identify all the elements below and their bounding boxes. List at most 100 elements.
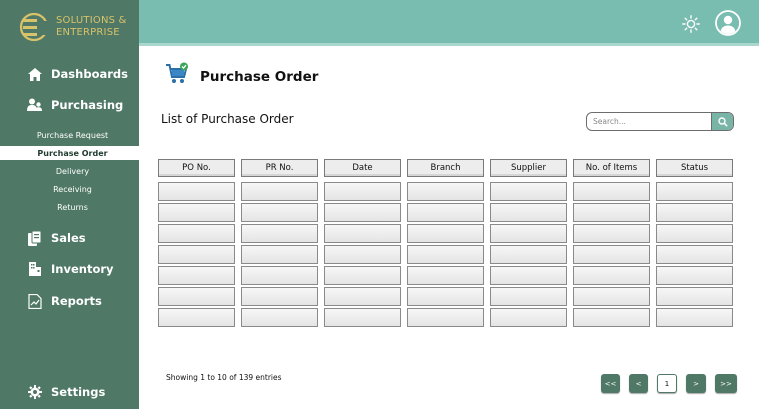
building-icon bbox=[27, 261, 43, 277]
table-cell[interactable] bbox=[490, 287, 567, 306]
table-cell[interactable] bbox=[656, 203, 733, 222]
table-cell[interactable] bbox=[158, 287, 235, 306]
page-title: Purchase Order bbox=[200, 69, 319, 85]
home-icon bbox=[27, 66, 43, 82]
table-cell[interactable] bbox=[241, 308, 318, 327]
cart-icon bbox=[166, 62, 188, 83]
sidebar-item-settings[interactable]: Settings bbox=[0, 382, 139, 402]
table-cell[interactable] bbox=[490, 203, 567, 222]
sun-icon[interactable] bbox=[682, 15, 700, 33]
table-cell[interactable] bbox=[324, 182, 401, 201]
table-cell[interactable] bbox=[158, 245, 235, 264]
table-cell[interactable] bbox=[407, 266, 484, 285]
table-cell[interactable] bbox=[407, 224, 484, 243]
column-header[interactable]: Status bbox=[656, 159, 733, 177]
table-cell[interactable] bbox=[407, 245, 484, 264]
sidebar-item-dashboards[interactable]: Dashboards bbox=[0, 64, 139, 84]
table-cell[interactable] bbox=[158, 308, 235, 327]
table-cell[interactable] bbox=[241, 245, 318, 264]
table-cell[interactable] bbox=[407, 308, 484, 327]
column-header[interactable]: Date bbox=[324, 159, 401, 177]
table-cell[interactable] bbox=[573, 266, 650, 285]
table-cell[interactable] bbox=[407, 182, 484, 201]
subitem-label: Purchase Request bbox=[36, 130, 109, 140]
brand-logo[interactable]: SOLUTIONS & ENTERPRISE bbox=[18, 10, 138, 46]
user-avatar-icon[interactable] bbox=[715, 10, 741, 36]
table-cell[interactable] bbox=[407, 287, 484, 306]
search-box bbox=[586, 112, 734, 131]
subitem-label: Purchase Order bbox=[37, 148, 108, 158]
subitem-delivery[interactable]: Delivery bbox=[0, 164, 139, 178]
users-icon bbox=[27, 97, 43, 113]
table-cell[interactable] bbox=[573, 308, 650, 327]
table-cell[interactable] bbox=[407, 203, 484, 222]
current-page-button[interactable]: 1 bbox=[657, 374, 677, 393]
subitem-label: Receiving bbox=[53, 184, 92, 194]
table-cell[interactable] bbox=[573, 182, 650, 201]
prev-page-button[interactable]: < bbox=[629, 374, 648, 393]
entries-info: Showing 1 to 10 of 139 entries bbox=[166, 373, 282, 382]
table-cell[interactable] bbox=[158, 182, 235, 201]
sidebar-item-purchasing[interactable]: Purchasing bbox=[0, 95, 139, 115]
subitem-label: Delivery bbox=[55, 166, 90, 176]
brand-line-2: ENTERPRISE bbox=[56, 27, 120, 38]
next-page-button[interactable]: > bbox=[686, 374, 706, 393]
table-cell[interactable] bbox=[241, 287, 318, 306]
table-cell[interactable] bbox=[158, 266, 235, 285]
table-cell[interactable] bbox=[490, 245, 567, 264]
column-header[interactable]: Branch bbox=[407, 159, 484, 177]
chart-icon bbox=[27, 293, 43, 309]
table-cell[interactable] bbox=[241, 224, 318, 243]
table-cell[interactable] bbox=[324, 308, 401, 327]
sidebar-item-label: Reports bbox=[51, 294, 102, 308]
sidebar-item-inventory[interactable]: Inventory bbox=[0, 259, 139, 279]
brand-name: SOLUTIONS & ENTERPRISE bbox=[56, 15, 127, 39]
column-header[interactable]: PO No. bbox=[158, 159, 235, 177]
table-cell[interactable] bbox=[573, 245, 650, 264]
table-cell[interactable] bbox=[490, 266, 567, 285]
table-cell[interactable] bbox=[324, 224, 401, 243]
subitem-returns[interactable]: Returns bbox=[0, 200, 139, 214]
table-cell[interactable] bbox=[573, 287, 650, 306]
subitem-purchase-order[interactable]: Purchase Order bbox=[0, 146, 139, 160]
column-header[interactable]: Supplier bbox=[490, 159, 567, 177]
table-cell[interactable] bbox=[241, 203, 318, 222]
search-button[interactable] bbox=[711, 113, 733, 130]
table-cell[interactable] bbox=[656, 308, 733, 327]
table-cell[interactable] bbox=[656, 245, 733, 264]
table-cell[interactable] bbox=[241, 266, 318, 285]
sidebar: SOLUTIONS & ENTERPRISE Dashboards Purcha… bbox=[0, 0, 139, 409]
table-cell[interactable] bbox=[241, 182, 318, 201]
first-page-button[interactable]: << bbox=[601, 374, 620, 393]
sidebar-item-reports[interactable]: Reports bbox=[0, 291, 139, 311]
table-cell[interactable] bbox=[656, 182, 733, 201]
column-header[interactable]: No. of Items bbox=[573, 159, 650, 177]
table-cell[interactable] bbox=[656, 287, 733, 306]
subitem-receiving[interactable]: Receiving bbox=[0, 182, 139, 196]
table-cell[interactable] bbox=[158, 224, 235, 243]
table-cell[interactable] bbox=[490, 308, 567, 327]
gear-icon bbox=[27, 384, 43, 400]
table-cell[interactable] bbox=[158, 203, 235, 222]
sidebar-item-label: Purchasing bbox=[51, 98, 124, 112]
sidebar-item-sales[interactable]: Sales bbox=[0, 228, 139, 248]
search-input[interactable] bbox=[587, 113, 711, 130]
table-cell[interactable] bbox=[573, 203, 650, 222]
subitem-purchase-request[interactable]: Purchase Request bbox=[0, 128, 139, 142]
table-cell[interactable] bbox=[573, 224, 650, 243]
app-window: SOLUTIONS & ENTERPRISE Dashboards Purcha… bbox=[0, 0, 759, 409]
table-cell[interactable] bbox=[324, 287, 401, 306]
last-page-button[interactable]: >> bbox=[715, 374, 737, 393]
table-cell[interactable] bbox=[656, 224, 733, 243]
column-header[interactable]: PR No. bbox=[241, 159, 318, 177]
table-cell[interactable] bbox=[490, 224, 567, 243]
subitem-label: Returns bbox=[57, 202, 88, 212]
sidebar-item-label: Settings bbox=[51, 385, 106, 399]
table-cell[interactable] bbox=[656, 266, 733, 285]
table-cell[interactable] bbox=[324, 245, 401, 264]
top-header bbox=[139, 0, 759, 46]
sidebar-item-label: Sales bbox=[51, 231, 86, 245]
table-cell[interactable] bbox=[490, 182, 567, 201]
table-cell[interactable] bbox=[324, 203, 401, 222]
table-cell[interactable] bbox=[324, 266, 401, 285]
